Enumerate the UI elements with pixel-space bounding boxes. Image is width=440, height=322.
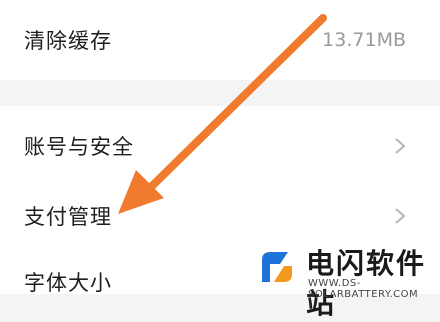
payment-management-label: 支付管理 xyxy=(24,205,112,229)
clear-cache-row[interactable]: 清除缓存 13.71MB xyxy=(0,10,440,70)
account-security-row[interactable]: 账号与安全 xyxy=(0,116,440,176)
account-security-label: 账号与安全 xyxy=(24,135,134,159)
clear-cache-label: 清除缓存 xyxy=(24,29,112,53)
watermark-logo-icon xyxy=(254,244,300,290)
cache-size-value: 13.71MB xyxy=(322,29,406,51)
chevron-right-icon xyxy=(395,138,406,154)
watermark: 电闪软件站 WWW.DS-SOLARBATTERY.COM xyxy=(248,238,440,320)
font-size-label: 字体大小 xyxy=(24,271,112,295)
chevron-right-icon xyxy=(395,208,406,224)
watermark-subtitle: WWW.DS-SOLARBATTERY.COM xyxy=(308,278,419,300)
payment-management-row[interactable]: 支付管理 xyxy=(0,186,440,246)
